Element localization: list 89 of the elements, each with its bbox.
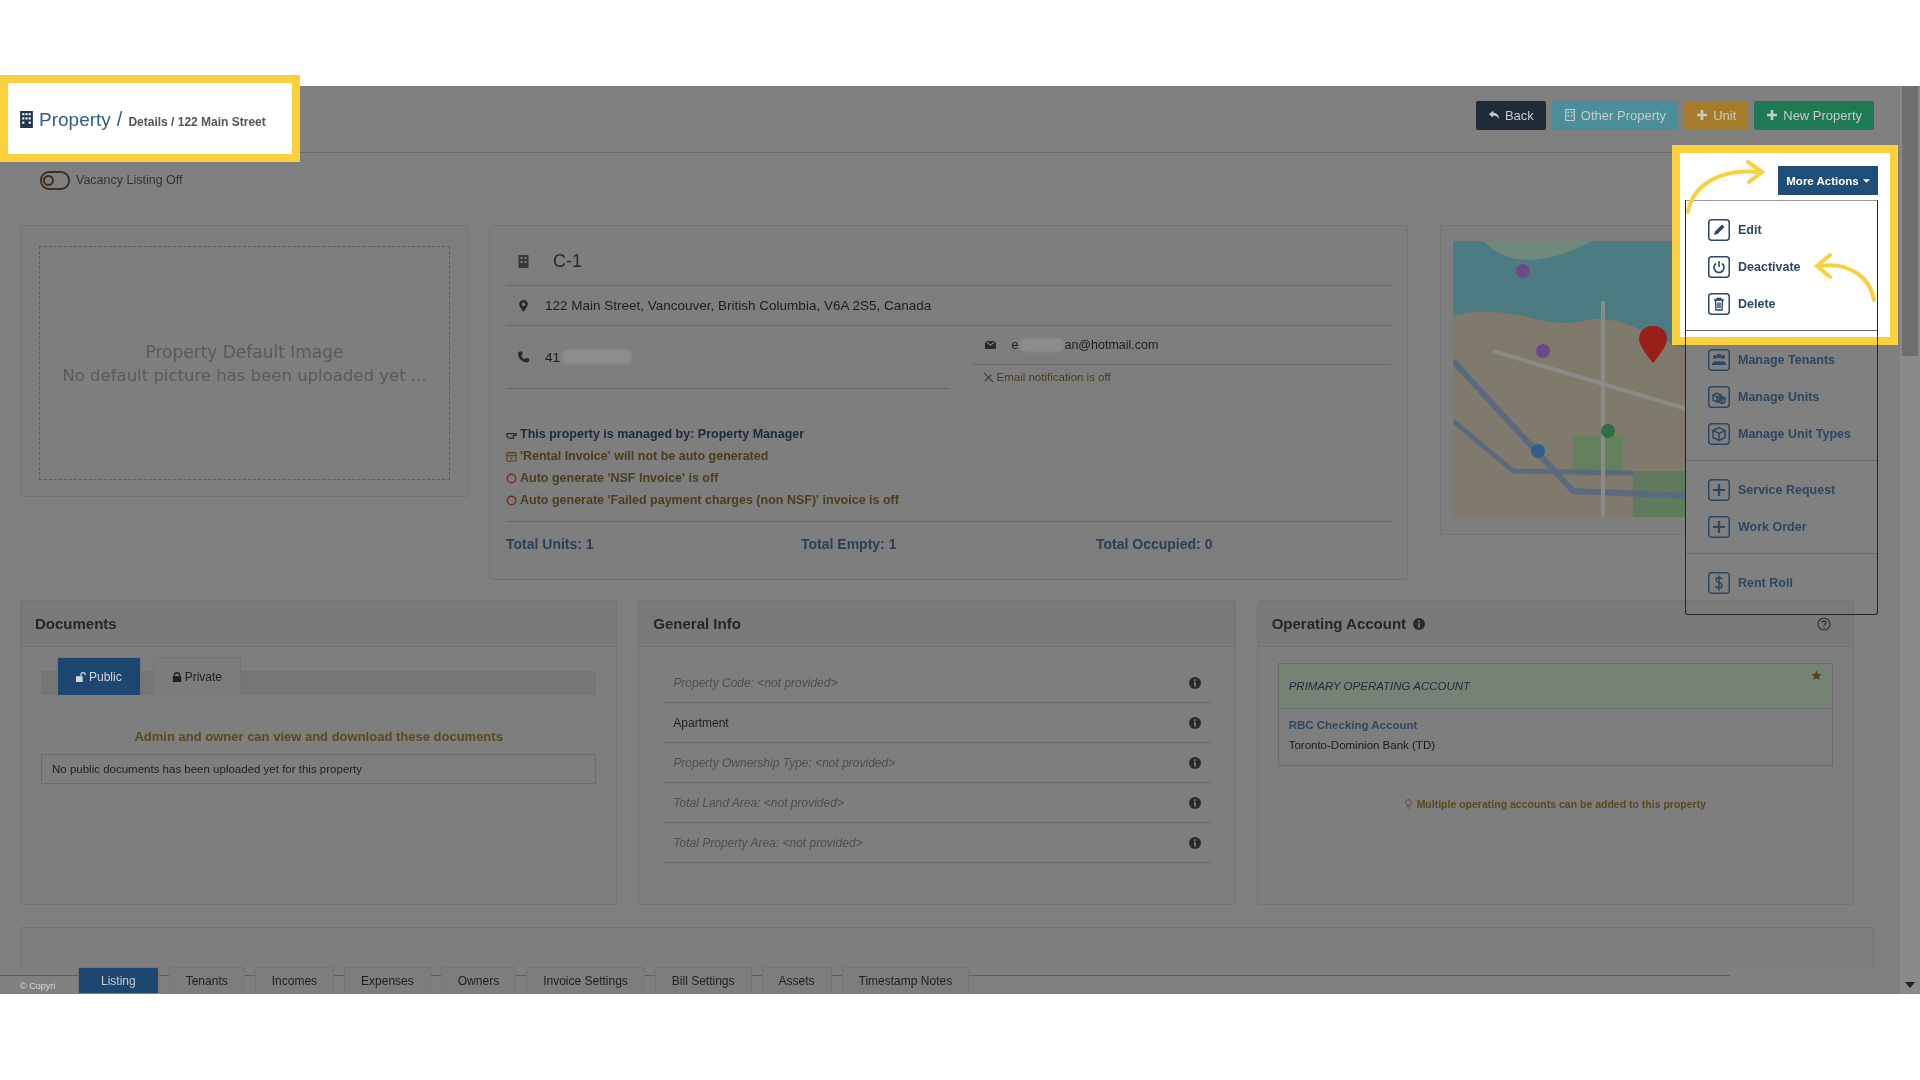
more-actions-button[interactable]: More Actions bbox=[1778, 166, 1878, 195]
add-unit-button[interactable]: Unit bbox=[1684, 100, 1749, 130]
lightbulb-icon bbox=[1404, 799, 1412, 809]
property-note: Auto generate 'NSF Invoice' is off bbox=[520, 471, 719, 485]
caret-icon bbox=[1862, 178, 1870, 183]
card-title: Documents bbox=[35, 615, 117, 632]
people-icon bbox=[1708, 348, 1730, 371]
circle-icon bbox=[506, 472, 517, 484]
menu-item[interactable]: Manage Unit Types bbox=[1686, 415, 1877, 452]
card-title: Operating Account bbox=[1271, 615, 1407, 632]
section-tab[interactable]: Timestamp Notes bbox=[841, 967, 970, 993]
documents-notice: Admin and owner can view and download these documents bbox=[133, 729, 504, 744]
document-tab[interactable]: Public bbox=[57, 657, 141, 695]
scroll-down-arrow-icon[interactable] bbox=[1905, 982, 1915, 988]
section-tab[interactable]: Incomes bbox=[254, 967, 335, 993]
plus-icon bbox=[1696, 109, 1709, 121]
scrollbar[interactable] bbox=[1900, 86, 1920, 994]
phone-number: 41 bbox=[545, 349, 561, 365]
property-name: C-1 bbox=[553, 251, 582, 272]
email-notification-status: Email notification is off bbox=[996, 371, 1111, 383]
page-title[interactable]: Property bbox=[39, 108, 111, 131]
menu-item[interactable]: Delete bbox=[1686, 285, 1877, 322]
menu-item[interactable]: Edit bbox=[1686, 211, 1877, 248]
boxes-icon bbox=[1708, 385, 1730, 408]
section-tab[interactable]: Listing bbox=[78, 967, 159, 993]
menu-item[interactable]: Manage Units bbox=[1686, 378, 1877, 415]
pencil-icon bbox=[1708, 218, 1730, 241]
info-icon[interactable] bbox=[1413, 617, 1426, 630]
copyright-text: © Copyri bbox=[20, 981, 57, 993]
map-pin-icon bbox=[518, 299, 529, 312]
curved-arrow bbox=[1813, 253, 1876, 302]
vacancy-toggle[interactable] bbox=[40, 170, 70, 190]
breadcrumb-separator: / bbox=[116, 107, 123, 131]
section-tab[interactable]: Owners bbox=[440, 967, 517, 993]
property-note: 'Rental Invoice' will not be auto generated bbox=[520, 449, 769, 463]
menu-item[interactable]: Manage Tenants bbox=[1686, 341, 1877, 378]
section-tab[interactable]: Assets bbox=[761, 967, 832, 993]
menu-item[interactable]: Rent Roll bbox=[1686, 564, 1877, 601]
plus-icon bbox=[1766, 109, 1779, 121]
info-icon[interactable] bbox=[1188, 756, 1201, 769]
circle-icon bbox=[506, 494, 517, 506]
total-count: Total Empty: 1 bbox=[801, 536, 898, 552]
vacancy-label: Vacancy Listing Off bbox=[76, 173, 183, 187]
other-property-button[interactable]: Other Property bbox=[1551, 100, 1679, 130]
padlock-icon bbox=[171, 671, 182, 682]
account-name[interactable]: RBC Checking Account bbox=[1288, 719, 1822, 731]
back-button[interactable]: Back bbox=[1475, 100, 1546, 130]
plus-icon bbox=[1708, 478, 1730, 501]
section-tab[interactable]: Expenses bbox=[344, 967, 431, 993]
info-field: Apartment bbox=[673, 715, 729, 730]
total-count: Total Occupied: 0 bbox=[1096, 536, 1214, 552]
property-note: This property is managed by: Property Manager bbox=[520, 427, 805, 441]
building-icon bbox=[1563, 109, 1576, 121]
info-icon[interactable] bbox=[1188, 676, 1201, 689]
trash-icon bbox=[1708, 292, 1730, 315]
new-property-button[interactable]: New Property bbox=[1754, 100, 1874, 130]
phone-icon bbox=[518, 351, 529, 363]
property-address: 122 Main Street, Vancouver, British Columbia, V6A 2S5, Canada bbox=[545, 298, 932, 313]
envelope-icon bbox=[984, 339, 996, 351]
cube-icon bbox=[1708, 422, 1730, 445]
menu-item[interactable]: Service Request bbox=[1686, 471, 1877, 508]
section-tab[interactable]: Bill Settings bbox=[654, 967, 752, 993]
menu-item[interactable]: Work Order bbox=[1686, 508, 1877, 545]
section-tab[interactable]: Invoice Settings bbox=[526, 967, 645, 993]
info-icon[interactable] bbox=[1188, 796, 1201, 809]
menu-item[interactable]: Deactivate bbox=[1686, 248, 1877, 285]
operating-account-hint: Multiple operating accounts can be added to this property bbox=[1416, 798, 1706, 810]
account-heading: PRIMARY OPERATING ACCOUNT bbox=[1288, 680, 1471, 692]
info-icon[interactable] bbox=[1188, 716, 1201, 729]
dollar-icon bbox=[1708, 571, 1730, 594]
calendar-icon bbox=[506, 450, 517, 462]
email-start: e bbox=[1011, 338, 1019, 352]
unlocked-padlock-icon bbox=[76, 671, 86, 682]
bank-name: Toronto-Dominion Bank (TD) bbox=[1288, 739, 1436, 751]
breadcrumb-path: Details / 122 Main Street bbox=[128, 114, 266, 129]
power-icon bbox=[1708, 255, 1730, 278]
section-tab[interactable]: Tenants bbox=[168, 967, 245, 993]
property-note: Auto generate 'Failed payment charges (non NSF)' invoice is off bbox=[520, 493, 899, 507]
empty-documents-message: No public documents has been uploaded yet for this property bbox=[41, 754, 597, 784]
scrollbar-thumb[interactable] bbox=[1902, 86, 1918, 356]
plus-icon bbox=[1708, 515, 1730, 538]
card-title: General Info bbox=[653, 615, 741, 632]
building-icon bbox=[518, 255, 529, 268]
document-tab[interactable]: Private bbox=[152, 657, 242, 695]
email-address: an@hotmail.com bbox=[1064, 338, 1159, 352]
help-icon[interactable] bbox=[1817, 616, 1831, 631]
reply-arrow-icon bbox=[1487, 109, 1500, 121]
total-count: Total Units: 1 bbox=[506, 536, 595, 552]
info-icon[interactable] bbox=[1188, 836, 1201, 849]
